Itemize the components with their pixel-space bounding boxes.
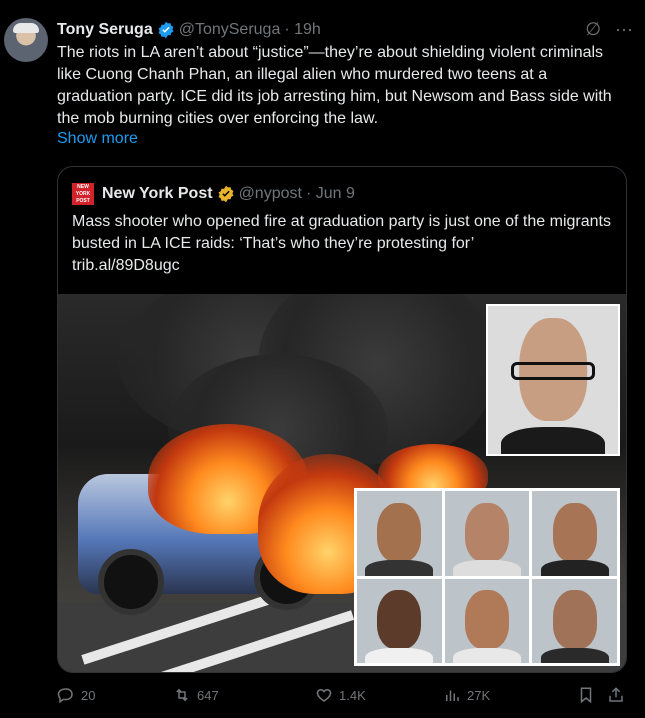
mugshot — [532, 578, 617, 663]
like-icon — [316, 688, 332, 702]
quote-author-name[interactable]: New York Post — [102, 185, 213, 203]
author-avatar[interactable] — [4, 18, 48, 62]
tweet-time[interactable]: · 19h — [284, 21, 320, 39]
show-more-link[interactable]: Show more — [57, 130, 138, 148]
share-icon — [609, 687, 623, 702]
mugshot — [357, 578, 442, 663]
grok-icon[interactable]: ∅ — [585, 19, 601, 40]
views-icon — [446, 690, 459, 701]
mugshot — [532, 491, 617, 576]
reply-count: 20 — [81, 687, 96, 703]
repost-icon — [176, 688, 188, 702]
quote-header: NEW YORK POST New York Post @nypost · Ju… — [72, 183, 355, 205]
bookmark-icon — [580, 687, 592, 704]
share-button[interactable] — [607, 686, 625, 704]
tweet-text: The riots in LA aren’t about “justice”—t… — [57, 44, 617, 127]
mugshot — [444, 578, 530, 663]
quoted-tweet[interactable]: NEW YORK POST New York Post @nypost · Ju… — [57, 166, 627, 673]
more-icon[interactable]: ··· — [615, 19, 633, 40]
quote-text: Mass shooter who opened fire at graduati… — [72, 213, 611, 274]
views-button[interactable]: 27K — [443, 686, 490, 704]
tweet-header: Tony Seruga @TonySeruga · 19h ∅ ··· — [57, 19, 633, 41]
repost-count: 647 — [197, 687, 219, 703]
mugshot — [444, 491, 530, 576]
verified-badge-icon — [158, 21, 174, 39]
repost-button[interactable]: 647 — [173, 686, 219, 704]
quote-author-handle: @nypost — [238, 185, 302, 202]
mugshot — [357, 491, 442, 576]
like-count: 1.4K — [339, 687, 366, 703]
author-handle[interactable]: @TonySeruga — [179, 21, 281, 39]
article-image[interactable] — [58, 294, 626, 672]
tweet-actions: 20 647 1.4K 27K — [57, 686, 627, 708]
reply-button[interactable]: 20 — [57, 686, 95, 704]
verified-badge-icon — [218, 185, 233, 203]
mugshot-main — [486, 304, 620, 456]
nypost-logo[interactable]: NEW YORK POST — [72, 183, 94, 205]
quote-link[interactable]: trib.al/89D8ugc — [72, 257, 180, 274]
mugshot-grid — [354, 488, 620, 666]
reply-icon — [57, 688, 73, 704]
like-button[interactable]: 1.4K — [315, 686, 366, 704]
quote-time: · Jun 9 — [305, 185, 355, 202]
views-count: 27K — [467, 687, 491, 703]
author-name[interactable]: Tony Seruga — [57, 21, 153, 39]
bookmark-button[interactable] — [577, 686, 595, 704]
